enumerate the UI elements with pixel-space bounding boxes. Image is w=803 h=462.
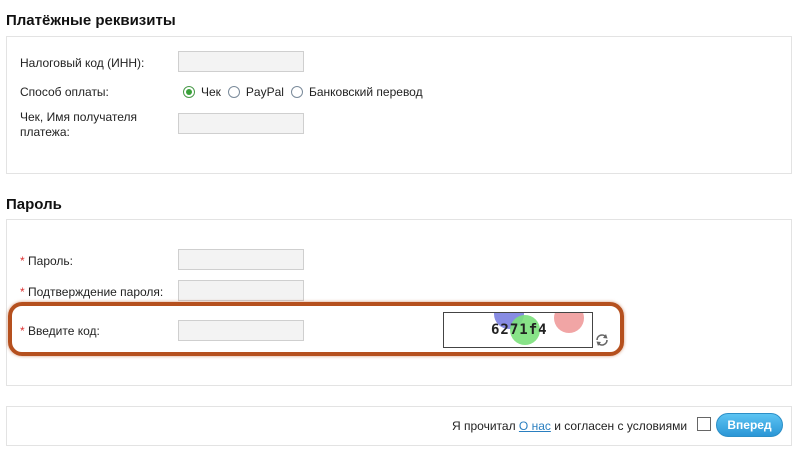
radio-check-label[interactable]: Чек bbox=[201, 85, 221, 99]
payment-method-label: Способ оплаты: bbox=[20, 85, 109, 99]
refresh-icon[interactable] bbox=[594, 332, 610, 348]
password-input[interactable] bbox=[178, 249, 304, 270]
confirm-password-label: Подтверждение пароля: bbox=[28, 285, 164, 299]
agree-prefix: Я прочитал bbox=[452, 419, 516, 433]
required-mark: * bbox=[20, 254, 25, 268]
tax-code-input[interactable] bbox=[178, 51, 304, 72]
confirm-password-label-row: * Подтверждение пароля: bbox=[20, 285, 163, 300]
code-label-row: * Введите код: bbox=[20, 324, 100, 339]
password-panel bbox=[6, 219, 792, 386]
required-mark: * bbox=[20, 285, 25, 299]
captcha-image: 6271f4 bbox=[443, 312, 593, 348]
code-label: Введите код: bbox=[28, 324, 100, 338]
payment-method-group: Чек PayPal Банковский перевод bbox=[183, 85, 430, 99]
password-section-title: Пароль bbox=[6, 196, 62, 213]
captcha-text: 6271f4 bbox=[491, 322, 548, 338]
password-label-row: * Пароль: bbox=[20, 254, 73, 269]
radio-paypal[interactable] bbox=[227, 86, 240, 98]
radio-check[interactable] bbox=[183, 86, 195, 98]
agree-checkbox[interactable] bbox=[697, 417, 711, 431]
password-label: Пароль: bbox=[28, 254, 73, 268]
about-link[interactable]: О нас bbox=[519, 419, 551, 433]
radio-bank-transfer[interactable] bbox=[290, 86, 303, 98]
tax-code-label: Налоговый код (ИНН): bbox=[20, 56, 145, 70]
agree-suffix: и согласен с условиями bbox=[554, 419, 688, 433]
radio-paypal-label[interactable]: PayPal bbox=[246, 85, 284, 99]
confirm-password-input[interactable] bbox=[178, 280, 304, 301]
payee-label-line2: платежа: bbox=[20, 125, 70, 139]
payee-name-input[interactable] bbox=[178, 113, 304, 134]
captcha-noise-red bbox=[554, 313, 584, 333]
payee-label: Чек, Имя получателя платежа: bbox=[20, 110, 137, 140]
captcha-code-input[interactable] bbox=[178, 320, 304, 341]
radio-bank-transfer-label[interactable]: Банковский перевод bbox=[309, 85, 423, 99]
required-mark: * bbox=[20, 324, 25, 338]
agree-text: Я прочитал О нас и согласен с условиями bbox=[452, 419, 687, 433]
payee-label-line1: Чек, Имя получателя bbox=[20, 110, 138, 124]
payment-section-title: Платёжные реквизиты bbox=[6, 12, 176, 29]
next-button[interactable]: Вперед bbox=[716, 413, 783, 437]
